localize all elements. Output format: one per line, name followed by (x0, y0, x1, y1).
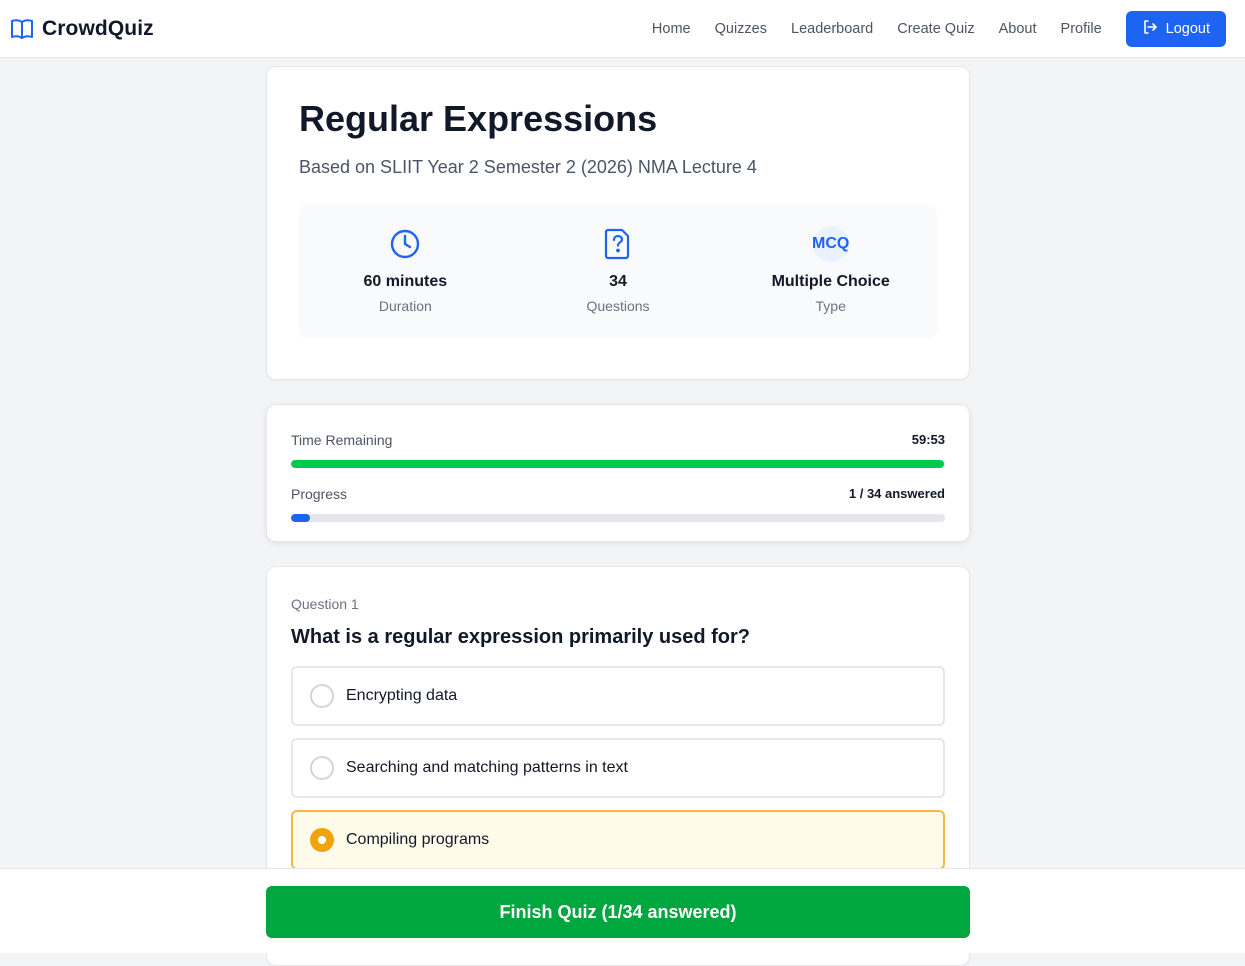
nav-link-leaderboard[interactable]: Leaderboard (791, 21, 873, 37)
radio-button[interactable] (310, 756, 334, 780)
stat-duration-label: Duration (378, 298, 432, 314)
brand-name: CrowdQuiz (42, 16, 154, 40)
nav-link-create-quiz[interactable]: Create Quiz (897, 21, 974, 37)
answer-option[interactable]: Compiling programs (291, 810, 945, 870)
logout-button[interactable]: Logout (1125, 10, 1226, 47)
stat-questions-value: 34 (609, 273, 627, 290)
question-text: What is a regular expression primarily u… (291, 626, 751, 648)
progress-row: Progress 1 / 34 answered (291, 486, 945, 502)
time-remaining-row: Time Remaining 59:53 (291, 432, 945, 448)
quiz-info-card: Regular Expressions Based on SLIIT Year … (266, 66, 970, 380)
time-remaining-value: 59:53 (911, 432, 945, 447)
nav-links: Home Quizzes Leaderboard Create Quiz Abo… (652, 10, 1235, 47)
nav-link-home[interactable]: Home (652, 21, 691, 37)
time-remaining-label: Time Remaining (291, 432, 393, 448)
stat-type: MCQ Multiple Choice Type (724, 205, 937, 338)
mcq-badge: MCQ (812, 226, 849, 262)
stat-duration: 60 minutes Duration (299, 205, 512, 338)
progress-fill (291, 514, 311, 522)
open-book-icon (10, 18, 34, 40)
mcq-badge-wrapper: MCQ (812, 226, 849, 262)
progress-label: Progress (291, 486, 348, 502)
quiz-stats: 60 minutes Duration 34 Questions MCQ Mul… (299, 205, 937, 338)
answer-option-label: Compiling programs (346, 831, 490, 848)
logout-icon (1142, 19, 1158, 39)
progress-card: Time Remaining 59:53 Progress 1 / 34 ans… (266, 404, 970, 542)
answer-options: Encrypting data Searching and matching p… (291, 666, 945, 870)
stat-type-value: Multiple Choice (771, 273, 890, 290)
logout-label: Logout (1165, 20, 1210, 37)
time-remaining-fill (291, 460, 945, 468)
clock-icon (389, 227, 421, 261)
stat-type-label: Type (815, 298, 846, 314)
answer-option-label: Encrypting data (346, 687, 458, 704)
quiz-subtitle: Based on SLIIT Year 2 Semester 2 (2026) … (299, 157, 757, 177)
radio-button[interactable] (310, 828, 334, 852)
answer-option[interactable]: Encrypting data (291, 666, 945, 726)
stat-questions: 34 Questions (512, 205, 725, 338)
nav-link-quizzes[interactable]: Quizzes (715, 21, 767, 37)
answer-option-label: Searching and matching patterns in text (346, 759, 628, 776)
stat-duration-value: 60 minutes (363, 273, 448, 290)
question-number: Question 1 (291, 596, 359, 612)
stat-questions-label: Questions (586, 298, 650, 314)
brand[interactable]: CrowdQuiz (10, 17, 154, 41)
question-file-icon (604, 227, 632, 261)
radio-button[interactable] (310, 684, 334, 708)
footer-bar: Finish Quiz (1/34 answered) (0, 868, 1245, 953)
navbar: CrowdQuiz Home Quizzes Leaderboard Creat… (0, 0, 1245, 58)
progress-value: 1 / 34 answered (848, 486, 945, 501)
nav-link-about[interactable]: About (999, 21, 1037, 37)
finish-quiz-button[interactable]: Finish Quiz (1/34 answered) (266, 886, 970, 938)
time-remaining-bar (291, 460, 945, 468)
quiz-title: Regular Expressions (299, 98, 658, 139)
progress-bar (291, 514, 945, 522)
answer-option[interactable]: Searching and matching patterns in text (291, 738, 945, 798)
nav-link-profile[interactable]: Profile (1061, 21, 1102, 37)
